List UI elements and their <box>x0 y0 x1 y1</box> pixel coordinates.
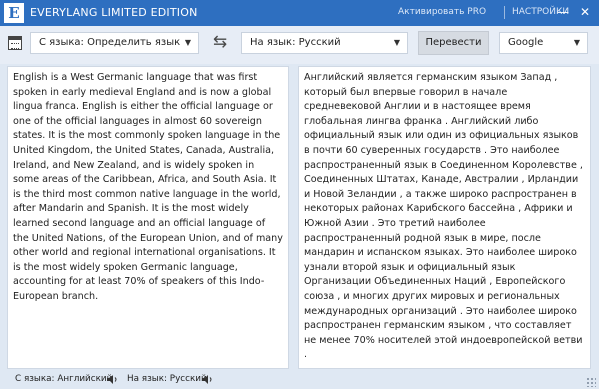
swap-languages-icon[interactable]: ⇆ <box>209 31 231 53</box>
target-language-dropdown[interactable]: На язык: Русский ▼ <box>241 32 408 54</box>
app-logo-icon: E <box>4 3 24 23</box>
title-separator <box>504 6 505 19</box>
source-language-dropdown[interactable]: С языка: Определить язык ▼ <box>30 32 199 54</box>
source-text: English is a West Germanic language that… <box>13 72 283 302</box>
calendar-icon[interactable] <box>8 36 22 50</box>
status-target-language: На язык: Русский <box>127 374 207 384</box>
translate-button[interactable]: Перевести <box>418 31 489 55</box>
status-source-language: С языка: Английский <box>15 374 113 384</box>
translated-text-area[interactable]: Английский является германским языком За… <box>298 66 591 369</box>
engine-dropdown[interactable]: Google ▼ <box>499 32 588 54</box>
source-text-area[interactable]: English is a West Germanic language that… <box>7 66 289 369</box>
minimize-button[interactable]: — <box>555 4 571 20</box>
dropdown-arrow-icon: ▼ <box>184 38 191 47</box>
engine-value: Google <box>508 37 544 48</box>
title-bar: E EVERYLANG LIMITED EDITION Активировать… <box>0 0 599 26</box>
dropdown-arrow-icon: ▼ <box>393 38 400 47</box>
close-button[interactable]: ✕ <box>577 4 593 20</box>
dropdown-arrow-icon: ▼ <box>573 38 580 47</box>
resize-grip-icon[interactable] <box>586 377 596 387</box>
status-bar: С языка: Английский На язык: Русский <box>0 370 599 389</box>
source-language-value: С языка: Определить язык <box>39 37 181 48</box>
activate-pro-link[interactable]: Активировать PRO <box>398 7 486 17</box>
speaker-icon[interactable] <box>202 375 213 384</box>
app-title: EVERYLANG LIMITED EDITION <box>30 6 198 19</box>
translated-text: Английский является германским языком За… <box>304 72 583 361</box>
speaker-icon[interactable] <box>107 375 118 384</box>
target-language-value: На язык: Русский <box>250 37 341 48</box>
